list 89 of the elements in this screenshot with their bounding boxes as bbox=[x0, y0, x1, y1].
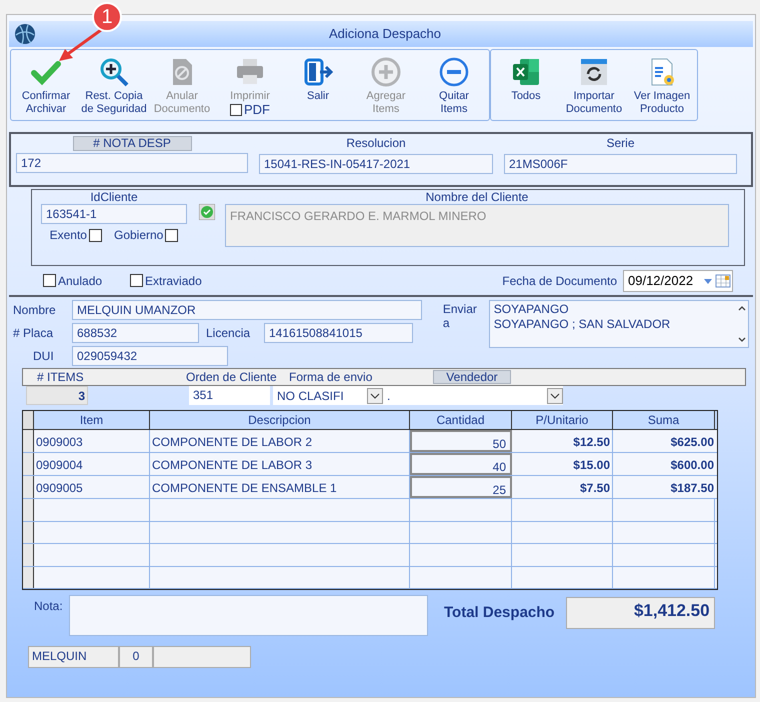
driver-name-field[interactable]: MELQUIN UMANZOR bbox=[72, 300, 422, 320]
row-header[interactable] bbox=[23, 476, 34, 498]
total-label: Total Despacho bbox=[444, 603, 555, 623]
quantity-field[interactable]: 25 bbox=[410, 476, 512, 498]
field-label: Nombre del Cliente bbox=[426, 190, 528, 204]
row-header[interactable] bbox=[23, 499, 34, 521]
row-header[interactable] bbox=[23, 522, 34, 544]
table-cell: $12.50 bbox=[512, 430, 613, 452]
toolbar-button[interactable]: Salir bbox=[284, 50, 352, 120]
column-header[interactable]: Descripcion bbox=[150, 411, 410, 430]
status-cell: 0 bbox=[119, 646, 153, 668]
checkbox[interactable] bbox=[165, 228, 178, 242]
checkbox[interactable] bbox=[130, 274, 144, 287]
table-cell: $7.50 bbox=[512, 476, 613, 498]
minus-circle-icon bbox=[438, 56, 470, 88]
checkbox-label: Extraviado bbox=[145, 272, 202, 290]
field-label: Nombre bbox=[13, 303, 57, 317]
toolbar-button[interactable]: Confirmar Archivar bbox=[12, 50, 80, 120]
table-cell-text: $600.00 bbox=[670, 457, 715, 474]
zoom-in-icon bbox=[98, 56, 130, 88]
window-title: Adiciona Despacho bbox=[329, 25, 442, 44]
field-label: IdCliente bbox=[90, 190, 138, 204]
address-line: SOYAPANGO bbox=[494, 302, 570, 317]
exit-icon bbox=[302, 56, 334, 88]
field-label: Serie bbox=[606, 136, 634, 150]
table-cell-text: $625.00 bbox=[670, 434, 715, 452]
field-label: Forma de envio bbox=[289, 370, 374, 384]
plus-circle-icon bbox=[370, 56, 402, 88]
row-header[interactable] bbox=[23, 566, 34, 588]
globe-icon bbox=[14, 23, 36, 45]
calendar-icon bbox=[702, 274, 732, 288]
toolbar-button[interactable]: Rest. Copia de Seguridad bbox=[80, 50, 148, 120]
field-label: Nota: bbox=[34, 599, 64, 615]
checkbox-label: Exento bbox=[50, 227, 87, 244]
field-label: Orden de Cliente bbox=[186, 370, 278, 384]
column-header[interactable]: Item bbox=[34, 411, 150, 430]
field-label: Licencia bbox=[206, 326, 252, 340]
plate-field[interactable]: 688532 bbox=[72, 323, 199, 343]
toolbar-button[interactable]: Importar Documento bbox=[560, 50, 628, 120]
toolbar-button[interactable]: Quitar Items bbox=[420, 50, 488, 120]
step-badge: 1 bbox=[92, 2, 122, 32]
table-cell: 0909003 bbox=[34, 430, 150, 452]
table-cell: 0909005 bbox=[34, 476, 150, 498]
seller-button[interactable]: Vendedor bbox=[433, 370, 511, 384]
date-picker[interactable]: 09/12/2022 bbox=[623, 270, 733, 292]
field-label: Fecha de Documento bbox=[502, 274, 617, 288]
items-count-field: 3 bbox=[26, 386, 88, 405]
resolution-field[interactable]: 15041-RES-IN-05417-2021 bbox=[259, 154, 493, 174]
checkbox[interactable] bbox=[43, 274, 56, 287]
quantity-field[interactable]: 50 bbox=[410, 430, 512, 452]
column-header[interactable]: P/Unitario bbox=[512, 411, 613, 430]
refresh-window-icon bbox=[578, 56, 610, 88]
row-header[interactable] bbox=[23, 430, 34, 452]
column-header[interactable]: Cantidad bbox=[410, 411, 512, 430]
chevron-down-icon bbox=[547, 388, 563, 404]
toolbar-button[interactable]: Todos bbox=[492, 50, 560, 120]
field-label: # ITEMS bbox=[37, 370, 85, 384]
table-cell: $15.00 bbox=[512, 453, 613, 476]
dui-field[interactable]: 029059432 bbox=[72, 346, 228, 366]
seller-dropdown[interactable]: . bbox=[383, 386, 563, 405]
client-id-field[interactable]: 163541-1 bbox=[41, 204, 187, 224]
shipping-dropdown[interactable]: NO CLASIFI bbox=[273, 386, 383, 405]
checkbox[interactable] bbox=[88, 228, 102, 242]
quantity-field[interactable]: 40 bbox=[410, 453, 512, 476]
field-label: DUI bbox=[32, 349, 55, 363]
table-cell-text: $187.50 bbox=[670, 480, 715, 498]
column-header: # NOTA DESP bbox=[72, 136, 192, 151]
document-number-field[interactable]: 172 bbox=[16, 153, 248, 173]
chevron-down-icon bbox=[367, 388, 383, 404]
total-field: $1,412.50 bbox=[566, 597, 715, 629]
customer-order-field[interactable]: 351 bbox=[189, 386, 270, 405]
license-field[interactable]: 14161508841015 bbox=[264, 323, 413, 343]
status-cell: MELQUIN bbox=[28, 646, 119, 668]
address-line: SOYAPANGO ; SAN SALVADOR bbox=[494, 317, 672, 332]
field-label: Resolucion bbox=[346, 136, 406, 150]
toolbar-button[interactable]: Ver Imagen Producto bbox=[628, 50, 696, 120]
ship-to-field[interactable]: SOYAPANGO SOYAPANGO ; SAN SALVADOR bbox=[488, 300, 749, 348]
row-header[interactable] bbox=[23, 544, 34, 566]
checkbox-label: Gobierno bbox=[114, 227, 164, 244]
field-label: # Placa bbox=[13, 326, 54, 340]
column-header[interactable]: Suma bbox=[613, 411, 715, 430]
row-header[interactable] bbox=[23, 453, 34, 476]
checkbox-label: PDF bbox=[244, 103, 270, 116]
spreadsheet-icon bbox=[510, 56, 542, 88]
series-field[interactable]: 21MS006F bbox=[504, 154, 737, 174]
table-cell: 0909004 bbox=[34, 453, 150, 476]
checkbox-label: Anulado bbox=[58, 272, 102, 290]
note-field[interactable] bbox=[69, 595, 428, 636]
field-label: Enviar a bbox=[442, 302, 478, 332]
